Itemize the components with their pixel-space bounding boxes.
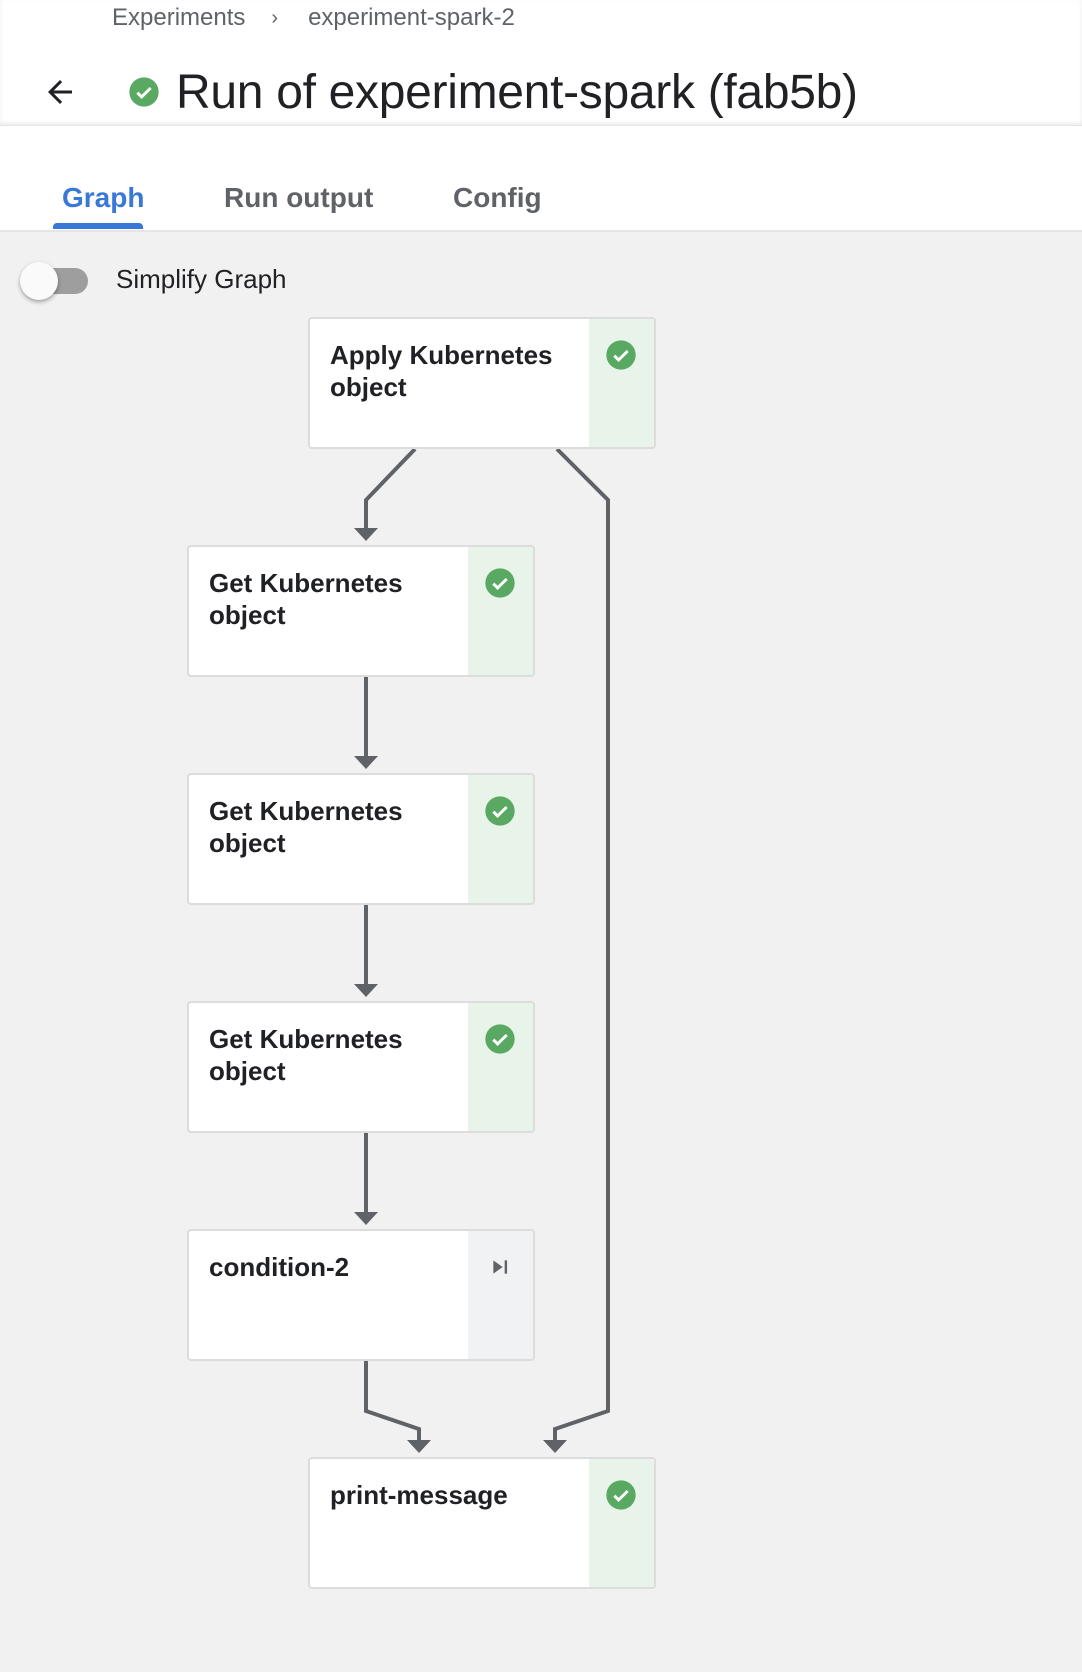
node-label: Get Kubernetes object: [209, 796, 403, 858]
graph-node-apply-kubernetes-object[interactable]: Apply Kubernetes object: [308, 317, 656, 449]
node-label: print-message: [330, 1480, 508, 1510]
node-status: [468, 547, 533, 675]
arrowhead: [354, 984, 378, 997]
edge-cond-print: [364, 1361, 421, 1442]
node-label: condition-2: [209, 1252, 350, 1282]
node-status: [468, 775, 533, 903]
arrowhead: [354, 1212, 378, 1225]
graph-node-print-message[interactable]: print-message: [308, 1457, 656, 1589]
graph-edges: [354, 447, 610, 1453]
check-circle-icon: [485, 568, 515, 598]
arrowhead: [407, 1440, 431, 1453]
graph-node-get-kubernetes-object-3[interactable]: Get Kubernetes object: [187, 1001, 535, 1133]
check-circle-icon: [606, 340, 636, 370]
node-label: Get Kubernetes object: [209, 568, 403, 630]
arrowhead: [354, 756, 378, 769]
node-status: [589, 1459, 654, 1587]
node-status: [468, 1231, 533, 1359]
check-circle-icon: [606, 1480, 636, 1510]
node-label: Apply Kubernetes object: [330, 340, 553, 402]
node-label: Get Kubernetes object: [209, 1024, 403, 1086]
node-status: [589, 319, 654, 447]
graph-node-get-kubernetes-object-2[interactable]: Get Kubernetes object: [187, 773, 535, 905]
node-status: [468, 1003, 533, 1131]
check-circle-icon: [485, 796, 515, 826]
edge-apply-get1: [364, 447, 417, 528]
graph-node-get-kubernetes-object-1[interactable]: Get Kubernetes object: [187, 545, 535, 677]
graph-node-condition-2[interactable]: condition-2: [187, 1229, 535, 1361]
edge-apply-print: [553, 447, 610, 1442]
arrowhead: [354, 528, 378, 541]
check-circle-icon: [485, 1024, 515, 1054]
arrowhead: [543, 1440, 567, 1453]
skip-next-icon: [493, 1260, 508, 1274]
